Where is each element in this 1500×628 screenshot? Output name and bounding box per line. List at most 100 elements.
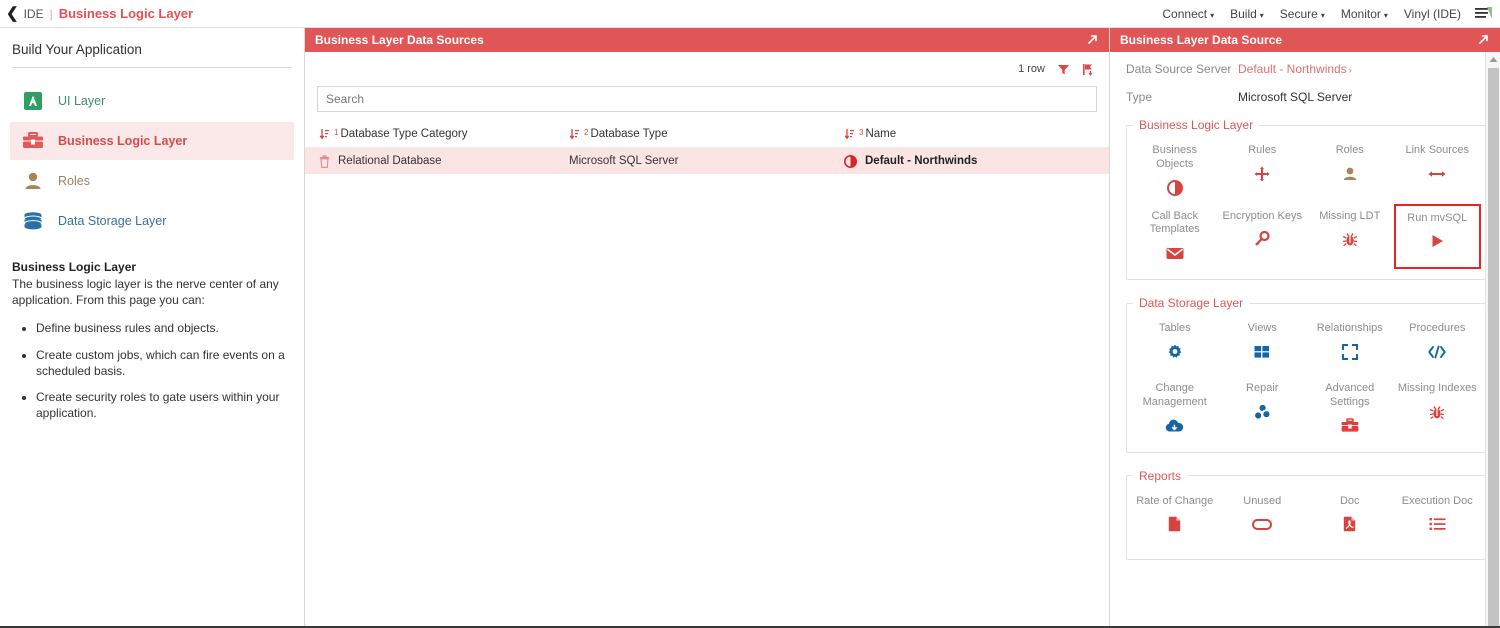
tile-label: Tables xyxy=(1159,322,1191,336)
key-icon xyxy=(1254,229,1270,249)
row-cell-name: Default - Northwinds xyxy=(844,155,1104,168)
tile-advanced-settings[interactable]: Advanced Settings xyxy=(1306,376,1394,442)
group-business-logic-layer: Business Logic Layer Business Objects xyxy=(1126,118,1486,280)
tile-label: Advanced Settings xyxy=(1308,382,1392,410)
tile-roles[interactable]: Roles xyxy=(1306,138,1394,204)
sort-icon[interactable] xyxy=(569,128,580,140)
tile-label: Repair xyxy=(1246,382,1278,396)
tile-run-mvsql[interactable]: Run mvSQL xyxy=(1394,204,1482,270)
export-icon[interactable] xyxy=(1082,63,1095,76)
breadcrumb-root[interactable]: IDE xyxy=(24,7,44,21)
column-header-label: Database Type Category xyxy=(340,128,467,140)
person-icon xyxy=(1342,164,1358,184)
row-cell-category-label: Relational Database xyxy=(338,155,442,167)
sidebar-item-business-logic-layer[interactable]: Business Logic Layer xyxy=(10,122,294,160)
row-count-label: 1 row xyxy=(1018,63,1045,75)
application-window: ❮ IDE | Business Logic Layer Connect▾ Bu… xyxy=(0,0,1500,628)
tile-label: Run mvSQL xyxy=(1407,212,1467,226)
list-item: Create custom jobs, which can fire event… xyxy=(36,347,292,379)
menu-monitor[interactable]: Monitor▾ xyxy=(1341,7,1388,21)
scrollbar-thumb[interactable] xyxy=(1488,68,1499,628)
expand-arrow-icon[interactable] xyxy=(1477,33,1490,48)
tile-label: Encryption Keys xyxy=(1223,210,1302,224)
description-body: The business logic layer is the nerve ce… xyxy=(12,276,292,308)
menu-icon[interactable] xyxy=(1475,6,1492,21)
tile-call-back-templates[interactable]: Call Back Templates xyxy=(1131,204,1219,270)
tile-unused[interactable]: Unused xyxy=(1219,489,1307,549)
sort-icon[interactable] xyxy=(844,128,855,140)
tile-execution-doc[interactable]: Execution Doc xyxy=(1394,489,1482,549)
tile-label: Rate of Change xyxy=(1136,495,1213,509)
column-header-name[interactable]: 3Name xyxy=(844,128,1104,140)
sidebar-item-data-storage-layer[interactable]: Data Storage Layer xyxy=(10,202,294,240)
tile-encryption-keys[interactable]: Encryption Keys xyxy=(1219,204,1307,270)
sidebar-title: Build Your Application xyxy=(0,28,304,67)
column-header-database-type-category[interactable]: 1Database Type Category xyxy=(319,128,569,140)
tile-missing-indexes[interactable]: Missing Indexes xyxy=(1394,376,1482,442)
field-data-source-server: Data Source Server Default - Northwinds› xyxy=(1126,62,1486,76)
tile-procedures[interactable]: Procedures xyxy=(1394,316,1482,376)
list-item: Define business rules and objects. xyxy=(36,320,292,336)
table-row[interactable]: Relational Database Microsoft SQL Server… xyxy=(305,148,1109,174)
list-item: Create security roles to gate users with… xyxy=(36,389,292,421)
envelope-icon xyxy=(1166,243,1184,263)
tile-views[interactable]: Views xyxy=(1219,316,1307,376)
tile-tables[interactable]: Tables xyxy=(1131,316,1219,376)
back-chevron-icon[interactable]: ❮ xyxy=(4,6,24,21)
caret-up-icon[interactable] xyxy=(1486,52,1500,66)
detail-panel-scrollbar[interactable] xyxy=(1485,52,1500,628)
contrast-circle-icon xyxy=(1167,178,1183,198)
sidebar-item-roles[interactable]: Roles xyxy=(10,162,294,200)
play-icon xyxy=(1429,231,1445,251)
tile-missing-ldt[interactable]: Missing LDT xyxy=(1306,204,1394,270)
chevron-right-icon: › xyxy=(1349,65,1352,75)
tile-label: Execution Doc xyxy=(1402,495,1473,509)
tile-label: Rules xyxy=(1248,144,1276,158)
sidebar-item-ui-layer[interactable]: UI Layer xyxy=(10,82,294,120)
tile-rate-of-change[interactable]: Rate of Change xyxy=(1131,489,1219,549)
menu-vinyl-ide[interactable]: Vinyl (IDE) xyxy=(1404,7,1461,21)
sort-order-index: 2 xyxy=(584,128,588,137)
data-sources-panel-header: Business Layer Data Sources xyxy=(305,28,1109,52)
ui-layer-icon xyxy=(18,91,48,111)
tile-business-objects[interactable]: Business Objects xyxy=(1131,138,1219,204)
field-value: Microsoft SQL Server xyxy=(1238,90,1352,104)
tile-label: Call Back Templates xyxy=(1133,210,1217,238)
sidebar-item-label: Data Storage Layer xyxy=(58,214,166,228)
tile-rules[interactable]: Rules xyxy=(1219,138,1307,204)
trash-icon[interactable] xyxy=(319,155,330,168)
menu-monitor-label: Monitor xyxy=(1341,7,1381,21)
tile-doc[interactable]: Doc xyxy=(1306,489,1394,549)
sort-icon[interactable] xyxy=(319,128,330,140)
contrast-circle-icon xyxy=(844,155,857,168)
document-icon xyxy=(1168,514,1181,534)
tile-label: Relationships xyxy=(1317,322,1383,336)
sidebar-item-label: Business Logic Layer xyxy=(58,134,187,148)
field-value: Default - Northwinds xyxy=(1238,62,1347,76)
tile-label: Missing Indexes xyxy=(1398,382,1477,396)
tile-relationships[interactable]: Relationships xyxy=(1306,316,1394,376)
chevron-down-icon: ▾ xyxy=(1384,11,1388,20)
search-input[interactable] xyxy=(317,86,1097,112)
column-header-database-type[interactable]: 2Database Type xyxy=(569,128,844,140)
menu-connect[interactable]: Connect▾ xyxy=(1162,7,1214,21)
menu-build[interactable]: Build▾ xyxy=(1230,7,1264,21)
tile-label: Procedures xyxy=(1409,322,1465,336)
tile-change-management[interactable]: Change Management xyxy=(1131,376,1219,442)
row-cell-db-type: Microsoft SQL Server xyxy=(569,155,844,167)
data-source-detail-panel: Business Layer Data Source Data Source S… xyxy=(1110,28,1500,628)
tile-label: Views xyxy=(1248,322,1277,336)
filter-icon[interactable] xyxy=(1057,63,1070,76)
menu-secure[interactable]: Secure▾ xyxy=(1280,7,1325,21)
tile-repair[interactable]: Repair xyxy=(1219,376,1307,442)
code-icon xyxy=(1428,342,1446,362)
expand-arrow-icon[interactable] xyxy=(1086,33,1099,48)
tile-link-sources[interactable]: Link Sources xyxy=(1394,138,1482,204)
tile-grid: Rate of Change Unused xyxy=(1131,489,1481,549)
field-value-link[interactable]: Default - Northwinds› xyxy=(1238,62,1352,76)
menu-build-label: Build xyxy=(1230,7,1257,21)
database-icon xyxy=(18,211,48,231)
tile-label: Doc xyxy=(1340,495,1360,509)
field-type: Type Microsoft SQL Server xyxy=(1126,90,1486,104)
chevron-down-icon: ▾ xyxy=(1321,11,1325,20)
